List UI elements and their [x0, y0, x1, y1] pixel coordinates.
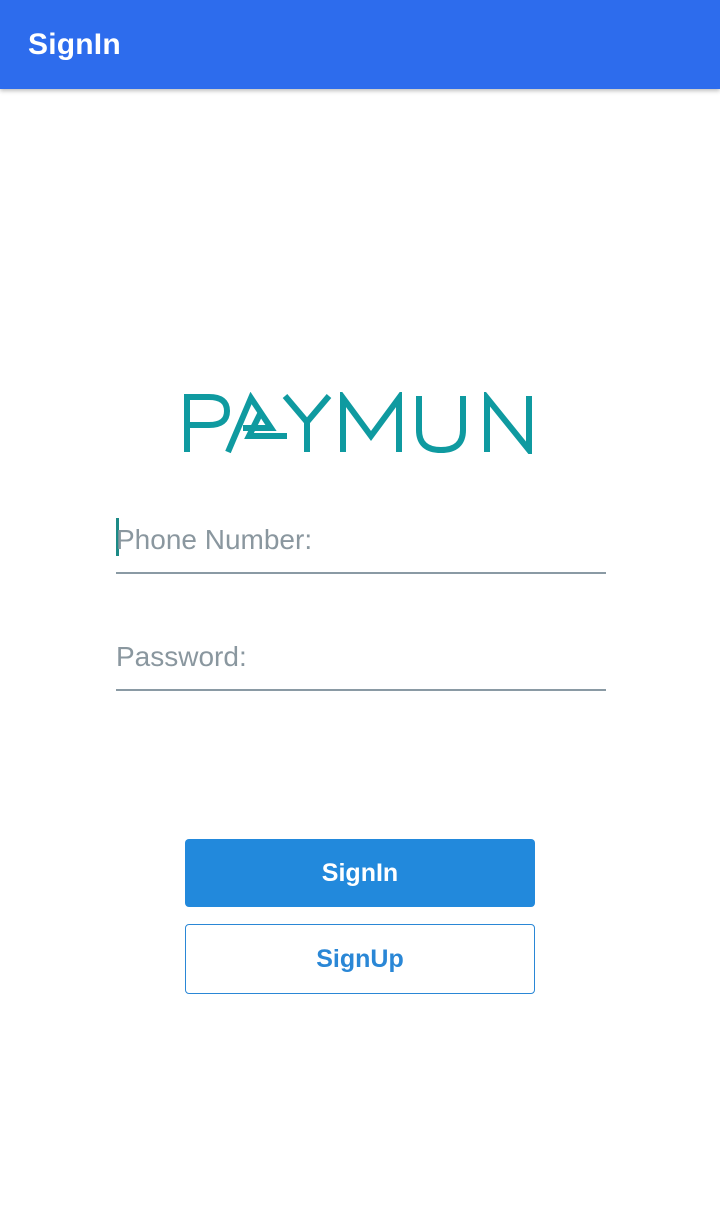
password-input[interactable] [116, 641, 606, 673]
signin-button[interactable]: SignIn [185, 839, 535, 907]
phone-number-field[interactable] [116, 512, 606, 574]
password-field[interactable] [116, 629, 606, 691]
page-title: SignIn [28, 27, 121, 61]
signup-button[interactable]: SignUp [185, 924, 535, 994]
phone-number-input[interactable] [116, 524, 606, 556]
app-bar: SignIn [0, 0, 720, 89]
paymun-logo [184, 392, 532, 454]
